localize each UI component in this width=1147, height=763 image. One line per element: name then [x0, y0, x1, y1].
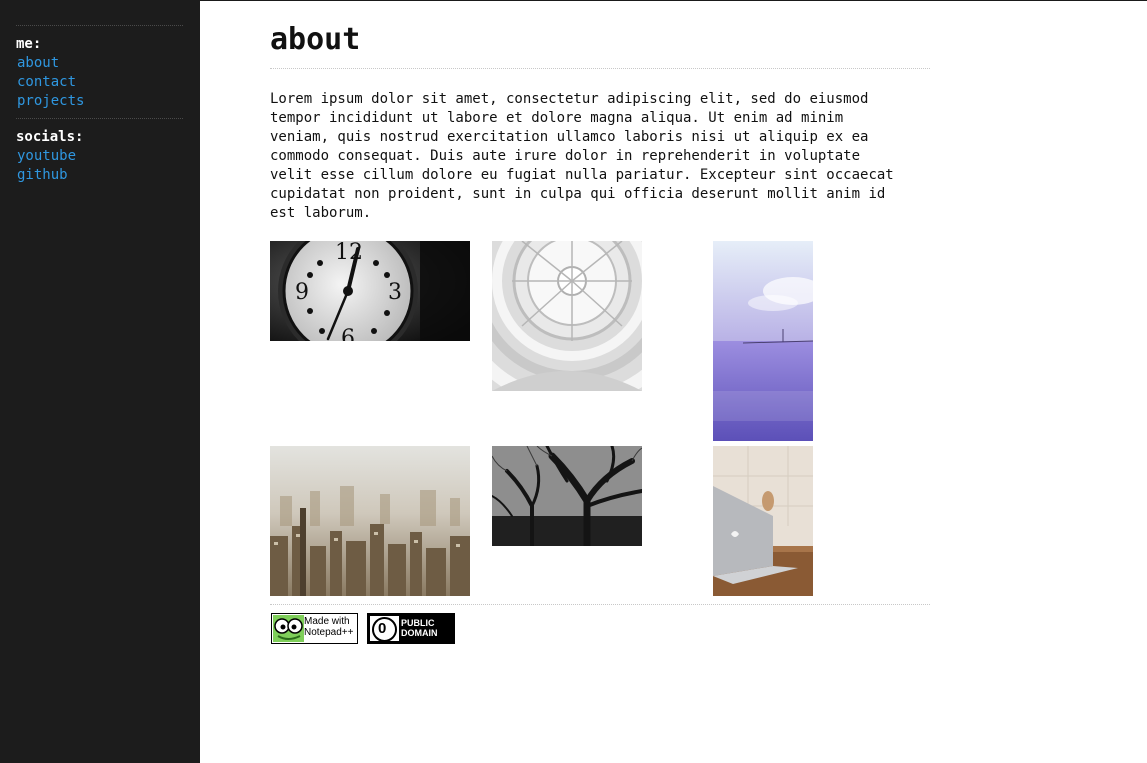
notepad-badge-line2: Notepad++ — [304, 627, 354, 638]
city-photo — [270, 446, 470, 596]
sea-photo — [713, 241, 813, 441]
sidebar-divider — [16, 25, 183, 26]
clock-photo: 12 9 3 6 — [270, 241, 470, 341]
clock-numeral: 6 — [341, 326, 355, 341]
dome-photo — [492, 241, 642, 391]
made-with-notepad-badge[interactable]: Made with Notepad++ — [271, 613, 358, 644]
title-divider — [270, 68, 930, 69]
clock-numeral: 3 — [388, 280, 402, 305]
notepad-badge-line1: Made with — [304, 616, 350, 627]
trees-photo — [492, 446, 642, 546]
clock-numeral: 9 — [295, 280, 309, 305]
public-domain-line1: PUBLIC — [401, 618, 435, 628]
sidebar-divider — [16, 118, 183, 119]
public-domain-badge[interactable]: 0 PUBLIC DOMAIN — [367, 613, 455, 644]
sidebar-link-projects[interactable]: projects — [17, 92, 84, 111]
footer-divider — [270, 604, 930, 605]
sidebar-link-github[interactable]: github — [17, 166, 68, 185]
sidebar-link-about[interactable]: about — [17, 54, 59, 73]
sidebar: me: about contact projects socials: yout… — [0, 0, 200, 763]
cc0-symbol: 0 — [378, 620, 387, 637]
sidebar-heading-socials: socials: — [16, 129, 84, 145]
sidebar-link-contact[interactable]: contact — [17, 73, 76, 92]
sidebar-heading-me: me: — [16, 36, 42, 52]
body-text: Lorem ipsum dolor sit amet, consectetur … — [270, 91, 894, 221]
page-title: about — [270, 22, 361, 57]
laptop-photo — [713, 446, 813, 596]
sidebar-link-youtube[interactable]: youtube — [17, 147, 76, 166]
public-domain-line2: DOMAIN — [401, 628, 438, 638]
